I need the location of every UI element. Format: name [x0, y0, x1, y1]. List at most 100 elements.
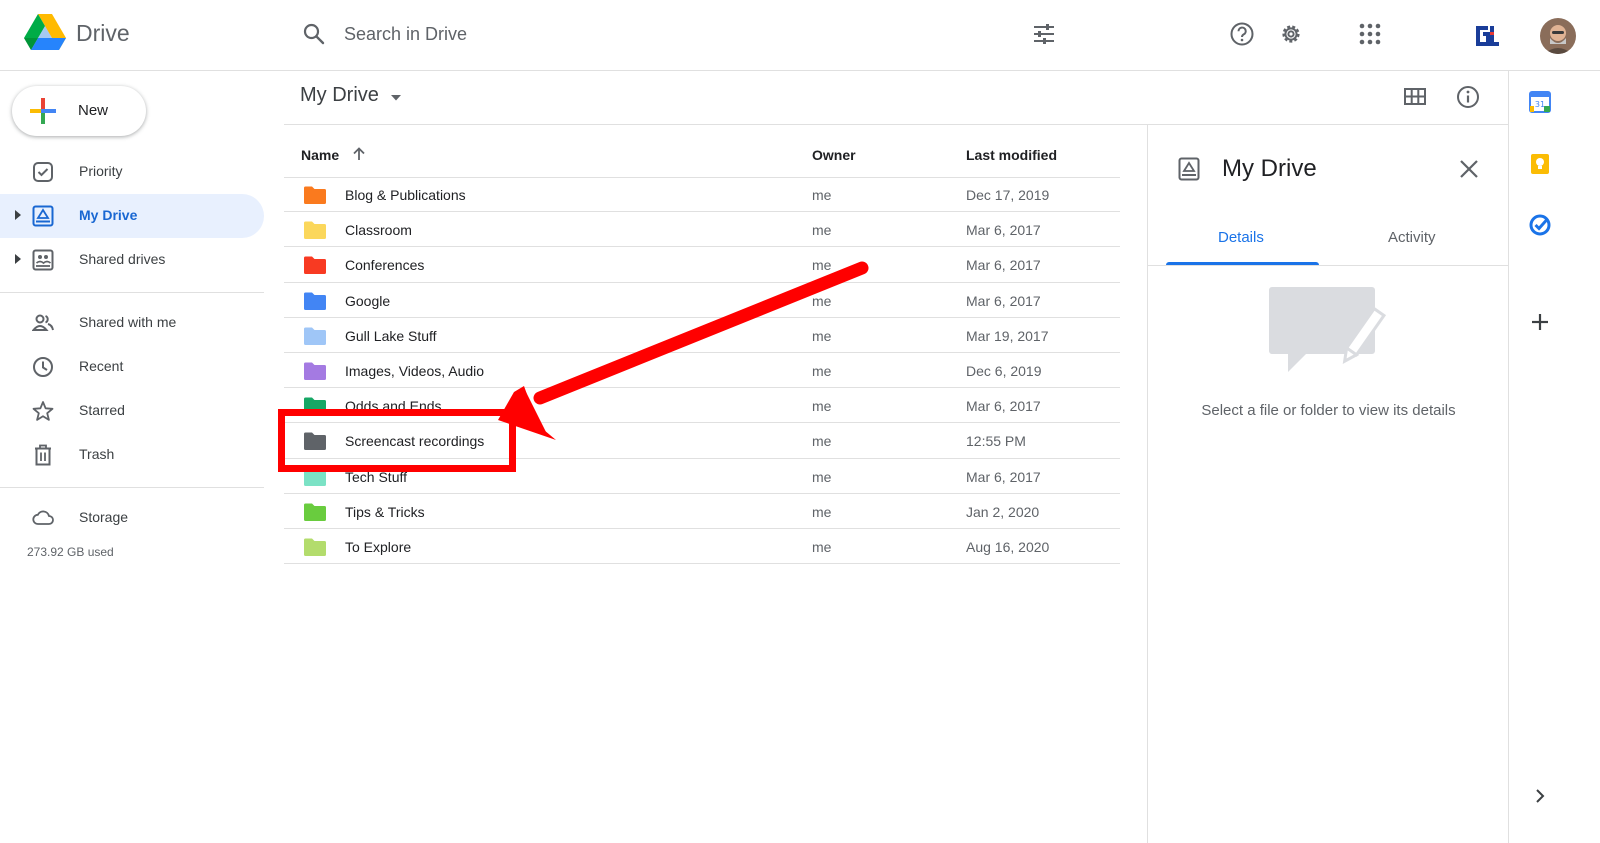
file-modified: Mar 6, 2017	[966, 222, 1041, 239]
table-row[interactable]: To Explore me Aug 16, 2020	[284, 529, 1120, 565]
plus-icon	[30, 98, 56, 124]
file-owner: me	[812, 327, 832, 344]
org-logo	[1476, 26, 1499, 46]
avatar[interactable]	[1540, 18, 1576, 54]
column-header-last-modified[interactable]: Last modified	[966, 147, 1057, 163]
account-switcher[interactable]	[1434, 10, 1538, 60]
sidebar-item-shared-drives[interactable]: Shared drives	[0, 238, 264, 282]
file-owner: me	[812, 468, 832, 485]
folder-icon	[304, 221, 326, 240]
help-icon[interactable]	[1228, 20, 1256, 48]
file-modified: 12:55 PM	[966, 433, 1026, 450]
file-modified: Aug 16, 2020	[966, 538, 1050, 555]
info-icon[interactable]	[1456, 85, 1480, 109]
search-options-icon[interactable]	[1030, 20, 1058, 48]
drive-logo-icon[interactable]	[24, 14, 66, 52]
caret-right-icon[interactable]	[14, 253, 22, 265]
sidebar-item-recent[interactable]: Recent	[0, 345, 264, 389]
sidebar-item-label: My Drive	[79, 207, 138, 223]
table-row[interactable]: Images, Videos, Audio me Dec 6, 2019	[284, 353, 1120, 389]
details-panel-title: My Drive	[1222, 155, 1317, 182]
table-row[interactable]: Conferences me Mar 6, 2017	[284, 247, 1120, 283]
tasks-icon[interactable]	[1529, 214, 1551, 236]
file-owner: me	[812, 538, 832, 555]
sidebar-item-label: Priority	[79, 163, 123, 179]
shared-with-me-icon	[32, 314, 54, 331]
my-drive-icon	[1178, 157, 1200, 181]
breadcrumb[interactable]: My Drive	[300, 84, 401, 112]
file-modified: Dec 17, 2019	[966, 187, 1050, 203]
file-modified: Mar 6, 2017	[966, 468, 1041, 485]
column-header-owner: Owner	[812, 147, 856, 163]
calendar-icon[interactable]: 31	[1529, 91, 1551, 113]
priority-icon	[33, 162, 53, 182]
sidebar-item-storage[interactable]: Storage	[0, 496, 264, 540]
file-name: Blog & Publications	[345, 187, 466, 203]
sidebar-item-shared-with-me[interactable]: Shared with me	[0, 301, 264, 345]
caret-right-icon[interactable]	[14, 209, 22, 221]
annotation-highlight-box	[278, 409, 516, 472]
table-row[interactable]: Google me Mar 6, 2017	[284, 283, 1120, 318]
add-icon[interactable]	[1529, 311, 1551, 333]
file-name: Google	[345, 292, 391, 309]
trash-icon	[35, 444, 51, 466]
file-owner: me	[812, 292, 832, 309]
svg-text:31: 31	[1535, 100, 1545, 109]
sidebar-item-label: Starred	[79, 402, 125, 418]
apps-icon[interactable]	[1356, 20, 1384, 48]
sidebar-item-my-drive[interactable]: My Drive	[0, 194, 264, 238]
tab-activity[interactable]: Activity	[1388, 229, 1436, 246]
grid-view-icon[interactable]	[1403, 86, 1427, 108]
tab-details[interactable]: Details	[1218, 229, 1264, 246]
new-button[interactable]: New	[12, 86, 146, 136]
column-header-name[interactable]: Name	[301, 147, 339, 163]
file-owner: me	[812, 257, 832, 274]
folder-icon	[304, 538, 326, 556]
file-name: Gull Lake Stuff	[345, 327, 437, 344]
cloud-icon	[32, 510, 54, 525]
keep-icon[interactable]	[1529, 153, 1551, 175]
app-name[interactable]: Drive	[76, 20, 130, 47]
table-row[interactable]: Blog & Publications me Dec 17, 2019	[284, 177, 1120, 213]
storage-used-text: 273.92 GB used	[27, 545, 114, 559]
file-name: Classroom	[345, 222, 412, 239]
sidebar-item-priority[interactable]: Priority	[0, 150, 264, 194]
chevron-right-icon[interactable]	[1529, 785, 1551, 807]
details-panel: My Drive Details Activity Select a file …	[1147, 125, 1509, 843]
sidebar-item-label: Recent	[79, 358, 124, 374]
sidebar-item-label: Shared drives	[79, 251, 166, 267]
side-apps-panel: 31	[1508, 71, 1600, 843]
page-title: My Drive	[300, 84, 379, 106]
settings-icon[interactable]	[1277, 20, 1305, 48]
sidebar-item-label: Storage	[79, 509, 129, 525]
table-row[interactable]: Tips & Tricks me Jan 2, 2020	[284, 494, 1120, 529]
folder-icon	[304, 256, 326, 275]
search-icon[interactable]	[302, 22, 326, 46]
table-row[interactable]: Gull Lake Stuff me Mar 19, 2017	[284, 318, 1120, 353]
file-list: Blog & Publications me Dec 17, 2019 Classr…	[284, 177, 1120, 565]
empty-details-message: Select a file or folder to view its deta…	[1201, 402, 1456, 419]
file-modified: Mar 19, 2017	[966, 327, 1049, 344]
sidebar-divider	[0, 487, 264, 488]
file-modified: Jan 2, 2020	[966, 503, 1040, 520]
folder-icon	[304, 362, 326, 380]
file-name: Conferences	[345, 257, 425, 274]
file-owner: me	[812, 503, 832, 520]
folder-icon	[304, 186, 326, 204]
close-icon[interactable]	[1458, 158, 1480, 180]
file-owner: me	[812, 362, 832, 379]
sidebar-item-label: Shared with me	[79, 314, 177, 330]
arrow-up-icon[interactable]	[351, 146, 367, 162]
sidebar-item-starred[interactable]: Starred	[0, 389, 264, 433]
tabs-divider	[1148, 265, 1509, 266]
file-owner: me	[812, 187, 832, 203]
sidebar-item-trash[interactable]: Trash	[0, 433, 264, 477]
file-modified: Mar 6, 2017	[966, 398, 1041, 415]
shared-drives-icon	[32, 249, 54, 271]
table-row[interactable]: Classroom me Mar 6, 2017	[284, 212, 1120, 248]
file-modified: Mar 6, 2017	[966, 257, 1041, 274]
search-input[interactable]	[344, 20, 984, 48]
clock-icon	[33, 357, 53, 377]
sidebar-item-label: Trash	[79, 446, 115, 462]
chevron-down-icon	[391, 95, 401, 101]
